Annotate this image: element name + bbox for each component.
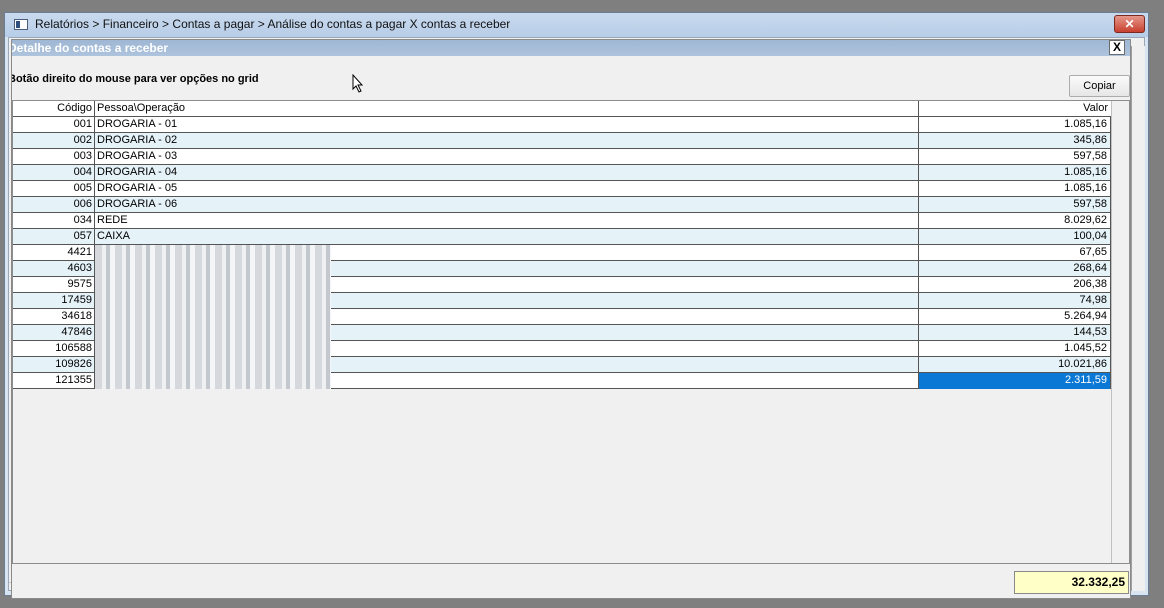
cell-value[interactable]: 10.021,86 [919, 357, 1111, 373]
cell-name[interactable]: DROGARIA - 02 [95, 133, 919, 149]
dialog-title: Detalhe do contas a receber [11, 41, 169, 55]
cell-name-redacted[interactable] [95, 309, 919, 325]
cell-value[interactable]: 5.264,94 [919, 309, 1111, 325]
redacted-text-block [95, 341, 331, 357]
window-title: Relatórios > Financeiro > Contas a pagar… [35, 17, 511, 31]
cell-value[interactable]: 8.029,62 [919, 213, 1111, 229]
table-row[interactable]: 005 DROGARIA - 05 1.085,16 [13, 181, 1111, 197]
cell-code[interactable]: 4603 [13, 261, 95, 277]
redacted-text-block [95, 277, 331, 293]
table-row[interactable]: 9575 206,38 [13, 277, 1111, 293]
cell-name[interactable]: DROGARIA - 06 [95, 197, 919, 213]
table-row[interactable]: 006 DROGARIA - 06 597,58 [13, 197, 1111, 213]
cell-name[interactable]: DROGARIA - 04 [95, 165, 919, 181]
app-icon [14, 19, 28, 30]
cell-name[interactable]: DROGARIA - 05 [95, 181, 919, 197]
table-row[interactable]: 4421 67,65 [13, 245, 1111, 261]
cell-value[interactable]: 1.085,16 [919, 181, 1111, 197]
cell-code[interactable]: 109826 [13, 357, 95, 373]
table-row[interactable]: 004 DROGARIA - 04 1.085,16 [13, 165, 1111, 181]
table-row[interactable]: 121355 2.311,59 [13, 373, 1111, 389]
cell-value[interactable]: 100,04 [919, 229, 1111, 245]
cell-value[interactable]: 144,53 [919, 325, 1111, 341]
cell-name-redacted[interactable] [95, 261, 919, 277]
table-row[interactable]: 47846 144,53 [13, 325, 1111, 341]
cell-name-redacted[interactable] [95, 245, 919, 261]
table-row[interactable]: 003 DROGARIA - 03 597,58 [13, 149, 1111, 165]
column-header-code[interactable]: Código [13, 101, 95, 117]
cell-value[interactable]: 268,64 [919, 261, 1111, 277]
cell-code[interactable]: 004 [13, 165, 95, 181]
cell-name-redacted[interactable] [95, 341, 919, 357]
cell-code[interactable]: 4421 [13, 245, 95, 261]
cell-name[interactable]: REDE [95, 213, 919, 229]
table-row[interactable]: 057 CAIXA 100,04 [13, 229, 1111, 245]
column-header-name[interactable]: Pessoa\Operação [95, 101, 919, 117]
redacted-text-block [95, 261, 331, 277]
table-row[interactable]: 109826 10.021,86 [13, 357, 1111, 373]
table-row[interactable]: 106588 1.045,52 [13, 341, 1111, 357]
cell-value[interactable]: 597,58 [919, 149, 1111, 165]
table-row[interactable]: 001 DROGARIA - 01 1.085,16 [13, 117, 1111, 133]
cell-code[interactable]: 003 [13, 149, 95, 165]
copy-button[interactable]: Copiar [1069, 75, 1130, 97]
cell-value[interactable]: 1.045,52 [919, 341, 1111, 357]
cell-code[interactable]: 006 [13, 197, 95, 213]
table-row[interactable]: 034 REDE 8.029,62 [13, 213, 1111, 229]
mouse-pointer-icon [352, 74, 364, 93]
background-scrollbar[interactable] [1131, 46, 1145, 591]
grid-vertical-scrollbar[interactable] [1111, 101, 1129, 563]
window-close-button[interactable]: ✕ [1114, 15, 1145, 33]
cell-name-redacted[interactable] [95, 293, 919, 309]
cell-code[interactable]: 106588 [13, 341, 95, 357]
cell-name[interactable]: CAIXA [95, 229, 919, 245]
redacted-text-block [95, 309, 331, 325]
main-window: Relatórios > Financeiro > Contas a pagar… [4, 12, 1149, 599]
dialog-titlebar[interactable]: Detalhe do contas a receber X [12, 40, 1130, 56]
cell-code[interactable]: 9575 [13, 277, 95, 293]
table-row[interactable]: 002 DROGARIA - 02 345,86 [13, 133, 1111, 149]
grid-hint-label: Botão direito do mouse para ver opções n… [11, 73, 259, 85]
cell-code[interactable]: 47846 [13, 325, 95, 341]
cell-code[interactable]: 034 [13, 213, 95, 229]
total-value: 32.332,25 [1014, 571, 1129, 594]
detail-dialog: Detalhe do contas a receber X Botão dire… [11, 39, 1131, 599]
redacted-text-block [95, 245, 331, 261]
cell-name-redacted[interactable] [95, 277, 919, 293]
cell-name-redacted[interactable] [95, 357, 919, 373]
redacted-text-block [95, 357, 331, 373]
cell-code[interactable]: 121355 [13, 373, 95, 389]
cell-value[interactable]: 597,58 [919, 197, 1111, 213]
cell-code[interactable]: 057 [13, 229, 95, 245]
dialog-close-button[interactable]: X [1109, 40, 1125, 55]
redacted-text-block [95, 373, 331, 389]
redacted-text-block [95, 325, 331, 341]
cell-value[interactable]: 1.085,16 [919, 165, 1111, 181]
redacted-text-block [95, 293, 331, 309]
column-header-value[interactable]: Valor [919, 101, 1111, 117]
cell-value[interactable]: 74,98 [919, 293, 1111, 309]
cell-code[interactable]: 34618 [13, 309, 95, 325]
cell-value[interactable]: 206,38 [919, 277, 1111, 293]
cell-name-redacted[interactable] [95, 325, 919, 341]
receivables-grid[interactable]: Código Pessoa\Operação Valor 001 DROGARIA… [12, 100, 1130, 564]
table-row[interactable]: 34618 5.264,94 [13, 309, 1111, 325]
cell-value-selected[interactable]: 2.311,59 [919, 373, 1111, 389]
cell-code[interactable]: 005 [13, 181, 95, 197]
window-titlebar[interactable]: Relatórios > Financeiro > Contas a pagar… [5, 13, 1148, 37]
cell-code[interactable]: 17459 [13, 293, 95, 309]
cell-name-redacted[interactable] [95, 373, 919, 389]
cell-value[interactable]: 67,65 [919, 245, 1111, 261]
cell-value[interactable]: 345,86 [919, 133, 1111, 149]
cell-name[interactable]: DROGARIA - 01 [95, 117, 919, 133]
cell-value[interactable]: 1.085,16 [919, 117, 1111, 133]
grid-header: Código Pessoa\Operação Valor [13, 101, 1111, 117]
cell-code[interactable]: 001 [13, 117, 95, 133]
cell-code[interactable]: 002 [13, 133, 95, 149]
table-row[interactable]: 17459 74,98 [13, 293, 1111, 309]
table-row[interactable]: 4603 268,64 [13, 261, 1111, 277]
cell-name[interactable]: DROGARIA - 03 [95, 149, 919, 165]
